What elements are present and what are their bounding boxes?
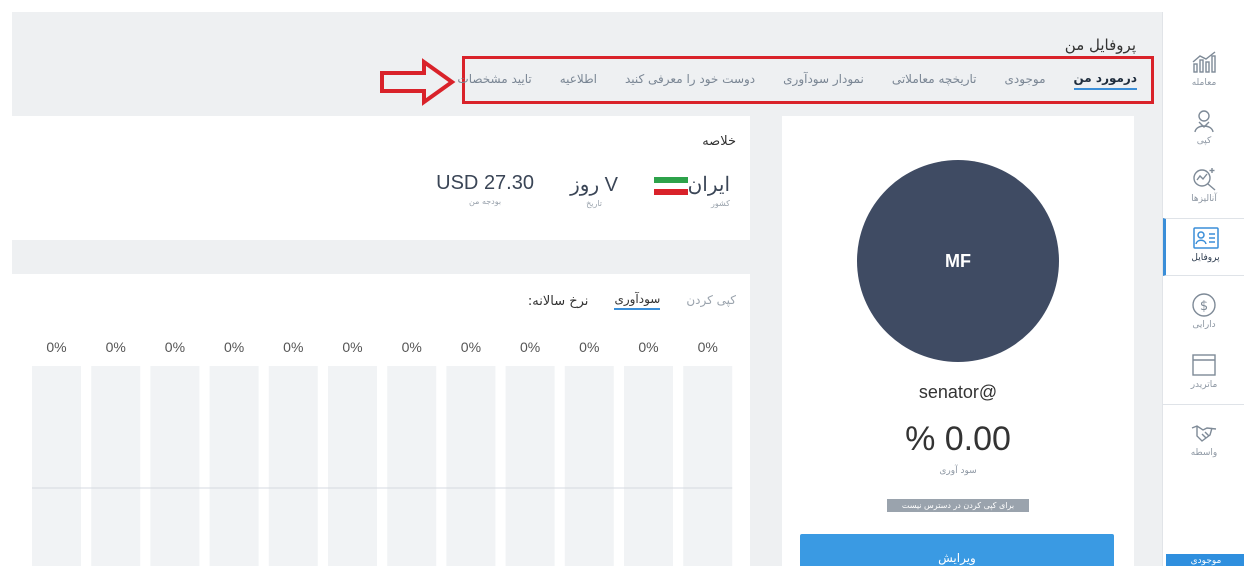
sidebar-item-metatrader[interactable]: ماتریدر xyxy=(1163,346,1244,404)
profit-value: % 0.00 xyxy=(905,420,1011,458)
tab-balance[interactable]: موجودی xyxy=(1005,72,1046,89)
sidebar-item-label: کپی xyxy=(1196,136,1212,146)
chart-column-bg xyxy=(387,366,437,566)
chart-value-label: 0% xyxy=(46,339,66,355)
sidebar: معامله کپی آنالیزها پروفایل $ دارایی مات… xyxy=(1162,12,1244,566)
edit-button[interactable]: ویرایش xyxy=(800,534,1114,566)
tab-verification[interactable]: تایید مشخصات xyxy=(457,72,531,89)
chart-value-label: 0% xyxy=(520,339,540,355)
tab-refer-friend[interactable]: دوست خود را معرفی کنید xyxy=(625,72,755,89)
chart-value-label: 0% xyxy=(579,339,599,355)
date-label: تاریخ xyxy=(586,199,603,208)
date-value: V روز xyxy=(570,174,618,196)
chart-column-bg xyxy=(624,366,673,566)
option-profitability[interactable]: سودآوری xyxy=(614,292,661,310)
trade-chart-icon xyxy=(1192,51,1216,73)
country-value: ایران xyxy=(687,174,730,196)
budget-value: 27.30 USD xyxy=(436,172,534,194)
red-arrow-icon xyxy=(380,58,456,106)
copy-people-icon xyxy=(1194,110,1214,133)
annual-bar-chart: 0% 0% 0% 0% 0% 0% 0% 0% 0% 0% 0% 0% xyxy=(32,339,733,566)
summary-title: خلاصه xyxy=(702,134,736,149)
chart-value-label: 0% xyxy=(165,339,185,355)
username: senator@ xyxy=(918,382,998,402)
chart-column-bg xyxy=(91,366,141,566)
country-stat: ایران کشور xyxy=(648,172,730,208)
tab-about-me[interactable]: درمورد من xyxy=(1073,71,1137,90)
sidebar-item-profile[interactable]: پروفایل xyxy=(1163,218,1244,276)
chart-column-bg xyxy=(564,366,614,566)
chart-column-bg xyxy=(505,366,555,566)
sidebar-item-assets[interactable]: $ دارایی xyxy=(1163,286,1244,344)
budget-stat: 27.30 USD بودجه من xyxy=(436,172,534,206)
annual-title: نرخ سالانه: xyxy=(527,293,589,309)
sidebar-item-label: دارایی xyxy=(1192,320,1216,330)
tab-trade-history[interactable]: تاریخچه معاملاتی xyxy=(892,72,977,89)
tab-profit-chart[interactable]: نمودار سودآوری xyxy=(783,72,864,89)
svg-text:$: $ xyxy=(1200,299,1208,314)
chart-value-label: 0% xyxy=(698,339,718,355)
summary-card: خلاصه ایران کشور V روز تاریخ 27.30 USD ب… xyxy=(12,116,750,240)
analysis-icon xyxy=(1193,168,1216,191)
budget-label: بودجه من xyxy=(469,197,502,206)
sidebar-item-analysis[interactable]: آنالیزها xyxy=(1163,160,1244,218)
annual-rate-card: نرخ سالانه: سودآوری کپی کردن 0% 0% 0% 0% 0% 0… xyxy=(12,274,750,566)
chart-column-bg xyxy=(32,366,81,566)
iran-flag-icon xyxy=(653,176,688,195)
chart-value-label: 0% xyxy=(461,339,481,355)
chart-column-bg xyxy=(150,366,200,566)
chart-column-bg xyxy=(328,366,377,566)
tab-notifications[interactable]: اطلاعیه xyxy=(560,72,597,89)
country-label: کشور xyxy=(711,199,730,208)
handshake-icon xyxy=(1191,425,1217,442)
chart-column-bg xyxy=(209,366,259,566)
sidebar-item-trade[interactable]: معامله xyxy=(1163,44,1244,102)
chart-column-bg xyxy=(446,366,496,566)
dollar-icon: $ xyxy=(1192,293,1216,317)
sidebar-item-label: معامله xyxy=(1191,78,1217,88)
chart-value-label: 0% xyxy=(402,339,422,355)
annual-header: نرخ سالانه: سودآوری کپی کردن xyxy=(502,292,736,310)
chart-column-bg xyxy=(683,366,733,566)
avatar: MF xyxy=(857,160,1059,362)
chart-value-label: 0% xyxy=(106,339,126,355)
profile-card-icon xyxy=(1192,227,1219,249)
chart-column-bg xyxy=(268,366,318,566)
option-copying[interactable]: کپی کردن xyxy=(686,293,736,309)
profile-card: MF senator@ % 0.00 سود آوری برای کپی کرد… xyxy=(782,116,1134,566)
copy-unavailable-badge: برای کپی کردن در دسترس نیست xyxy=(887,499,1029,512)
sidebar-divider xyxy=(1163,404,1244,405)
profile-tabs: درمورد من موجودی تاریخچه معاملاتی نمودار… xyxy=(457,56,1154,104)
sidebar-item-broker[interactable]: واسطه xyxy=(1163,414,1244,472)
balance-button[interactable]: موجودی xyxy=(1166,554,1244,566)
chart-value-label: 0% xyxy=(638,339,658,355)
profit-label: سود آوری xyxy=(939,466,977,476)
sidebar-item-label: ماتریدر xyxy=(1190,380,1218,390)
chart-value-label: 0% xyxy=(224,339,244,355)
window-icon xyxy=(1192,354,1216,376)
sidebar-item-copy[interactable]: کپی xyxy=(1163,102,1244,160)
sidebar-item-label: آنالیزها xyxy=(1191,194,1217,204)
chart-value-label: 0% xyxy=(283,339,303,355)
chart-value-label: 0% xyxy=(342,339,362,355)
date-stat: V روز تاریخ xyxy=(570,172,618,208)
sidebar-item-label: پروفایل xyxy=(1191,253,1220,263)
page-title: پروفایل من xyxy=(1064,36,1136,54)
sidebar-item-label: واسطه xyxy=(1190,448,1218,458)
